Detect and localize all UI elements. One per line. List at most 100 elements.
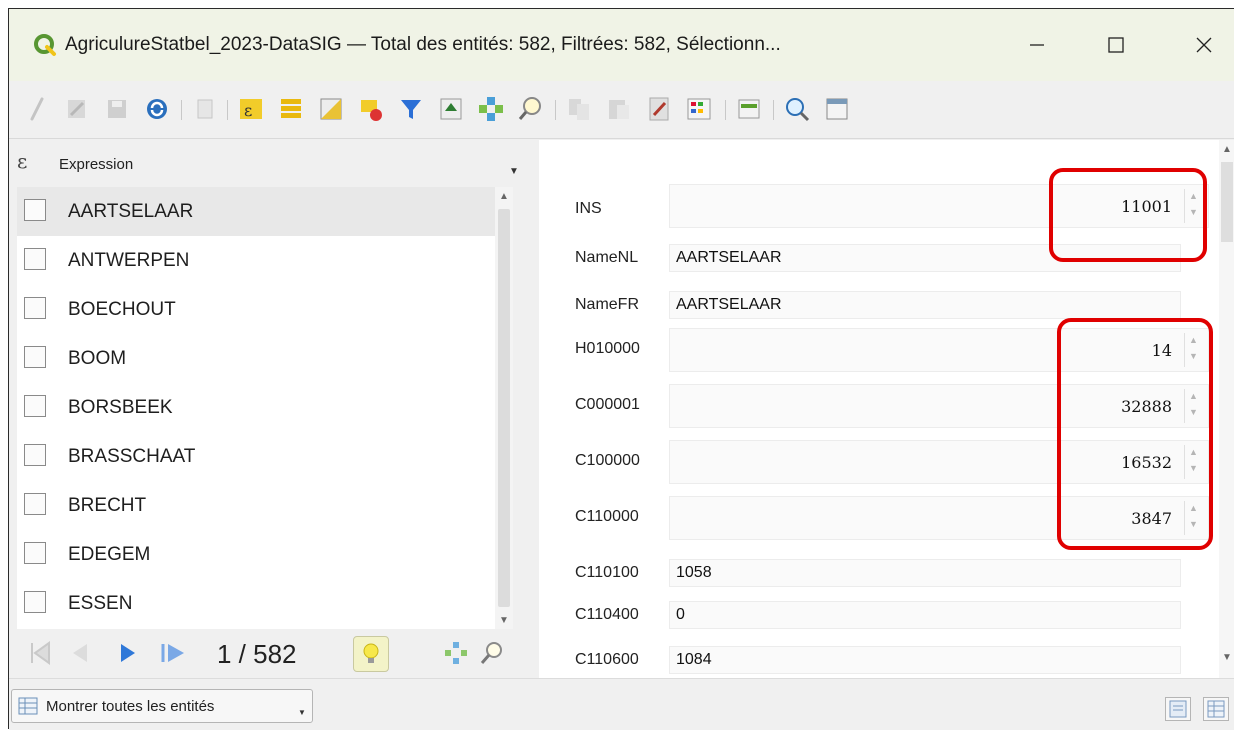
scroll-up-icon[interactable]: ▲ (499, 191, 509, 202)
c110400-field[interactable]: 0 (669, 601, 1181, 629)
list-item[interactable]: BOOM (17, 334, 495, 383)
show-all-features-button[interactable]: Montrer toutes les entités ▼ (11, 689, 313, 723)
c110100-field[interactable]: 1058 (669, 559, 1181, 587)
dock-table-icon[interactable] (823, 95, 851, 123)
feature-checkbox[interactable] (24, 297, 46, 319)
zoom-map-to-feature-icon[interactable] (783, 95, 811, 123)
expression-label: Expression (59, 156, 134, 173)
feature-checkbox[interactable] (24, 395, 46, 417)
toolbar-separator (181, 100, 182, 120)
list-item[interactable]: EDEGEM (17, 530, 495, 579)
field-label: C110100 (575, 564, 639, 581)
expression-icon: ε (17, 149, 28, 173)
select-by-expression-icon[interactable]: ε (237, 95, 265, 123)
maximize-icon (1108, 37, 1124, 53)
feature-list: AARTSELAAR ANTWERPEN BOECHOUT BOOM BORSB… (17, 187, 495, 629)
feature-list-pane: ε Expression ▼ AARTSELAAR ANTWERPEN BOEC… (9, 140, 525, 678)
pan-to-selection-icon[interactable] (477, 95, 505, 123)
field-label: NameNL (575, 249, 639, 266)
feature-list-scrollbar[interactable]: ▲ ▼ (495, 187, 513, 629)
list-item[interactable]: BRASSCHAAT (17, 432, 495, 481)
highlight-feature-button[interactable] (353, 636, 389, 672)
window-title: AgriculureStatbel_2023-DataSIG — Total d… (65, 34, 781, 55)
form-scrollbar[interactable]: ▲ ▼ (1219, 140, 1234, 678)
deselect-all-icon[interactable] (357, 95, 385, 123)
conditional-formatting-icon[interactable] (685, 95, 713, 123)
feature-checkbox[interactable] (24, 493, 46, 515)
svg-text:ε: ε (244, 101, 252, 120)
filter-icon[interactable] (397, 95, 425, 123)
field-row-c110100: C110100 1058 (539, 553, 1219, 593)
c110600-field[interactable]: 1084 (669, 646, 1181, 674)
field-label: C110400 (575, 606, 639, 623)
pan-to-feature-button[interactable] (443, 638, 469, 668)
add-feature-icon[interactable] (191, 95, 219, 123)
scroll-down-icon[interactable]: ▼ (1222, 652, 1232, 663)
zoom-to-selection-icon[interactable] (517, 95, 545, 123)
feature-counter: 1 / 582 (217, 639, 297, 669)
feature-checkbox[interactable] (24, 542, 46, 564)
minimize-button[interactable] (1015, 27, 1059, 63)
list-item[interactable]: AARTSELAAR (17, 187, 495, 236)
list-item[interactable]: ANTWERPEN (17, 236, 495, 285)
feature-checkbox[interactable] (24, 346, 46, 368)
list-item[interactable]: BORSBEEK (17, 383, 495, 432)
last-feature-button[interactable] (159, 638, 189, 668)
qgis-logo-icon (34, 34, 56, 56)
scroll-down-icon[interactable]: ▼ (499, 615, 509, 626)
paste-icon[interactable] (605, 95, 633, 123)
feature-name: BOECHOUT (68, 299, 176, 320)
toggle-editing-icon[interactable] (23, 95, 51, 123)
last-icon (161, 644, 184, 662)
field-row-c110600: C110600 1084 (539, 640, 1219, 678)
actions-icon[interactable] (735, 95, 763, 123)
copy-icon[interactable] (565, 95, 593, 123)
namefr-field[interactable]: AARTSELAAR (669, 291, 1181, 319)
pane-splitter[interactable] (525, 140, 539, 678)
table-icon (18, 697, 38, 715)
list-item[interactable]: BRECHT (17, 481, 495, 530)
toolbar-separator (725, 100, 726, 120)
lightbulb-icon (363, 643, 379, 663)
first-feature-button[interactable] (27, 638, 53, 668)
toolbar-separator (555, 100, 556, 120)
save-edits-icon[interactable] (103, 95, 131, 123)
minimize-icon (1030, 44, 1044, 46)
list-item[interactable]: BOECHOUT (17, 285, 495, 334)
feature-name: BRECHT (68, 495, 147, 516)
move-selection-to-top-icon[interactable] (437, 95, 465, 123)
field-label: NameFR (575, 296, 640, 313)
field-calculator-icon[interactable] (645, 95, 673, 123)
reload-icon[interactable] (143, 95, 171, 123)
feature-name: AARTSELAAR (68, 201, 194, 222)
zoom-to-feature-button[interactable] (479, 638, 505, 668)
next-feature-button[interactable] (117, 638, 139, 668)
field-label: C000001 (575, 396, 640, 413)
scroll-up-icon[interactable]: ▲ (1222, 144, 1232, 155)
zoom-icon (480, 642, 502, 664)
toolbar-separator (773, 100, 774, 120)
select-all-icon[interactable] (277, 95, 305, 123)
chevron-down-icon[interactable]: ▼ (298, 708, 306, 717)
form-view-button[interactable] (1165, 697, 1191, 721)
table-view-button[interactable] (1203, 697, 1229, 721)
feature-checkbox[interactable] (24, 248, 46, 270)
feature-checkbox[interactable] (24, 199, 46, 221)
feature-checkbox[interactable] (24, 444, 46, 466)
field-label: C100000 (575, 452, 640, 469)
title-bar: AgriculureStatbel_2023-DataSIG — Total d… (9, 9, 1234, 81)
list-item[interactable]: ESSEN (17, 579, 495, 628)
multi-edit-icon[interactable] (63, 95, 91, 123)
scrollbar-thumb[interactable] (1221, 162, 1233, 242)
close-button[interactable] (1182, 27, 1226, 63)
scrollbar-thumb[interactable] (498, 209, 510, 607)
maximize-button[interactable] (1094, 27, 1138, 63)
expression-selector[interactable]: ε Expression ▼ (9, 140, 525, 184)
toolbar: ε (9, 81, 1234, 139)
feature-checkbox[interactable] (24, 591, 46, 613)
first-icon (31, 641, 50, 665)
field-label: INS (575, 200, 602, 217)
chevron-down-icon[interactable]: ▼ (509, 166, 519, 177)
invert-selection-icon[interactable] (317, 95, 345, 123)
previous-feature-button[interactable] (69, 638, 91, 668)
